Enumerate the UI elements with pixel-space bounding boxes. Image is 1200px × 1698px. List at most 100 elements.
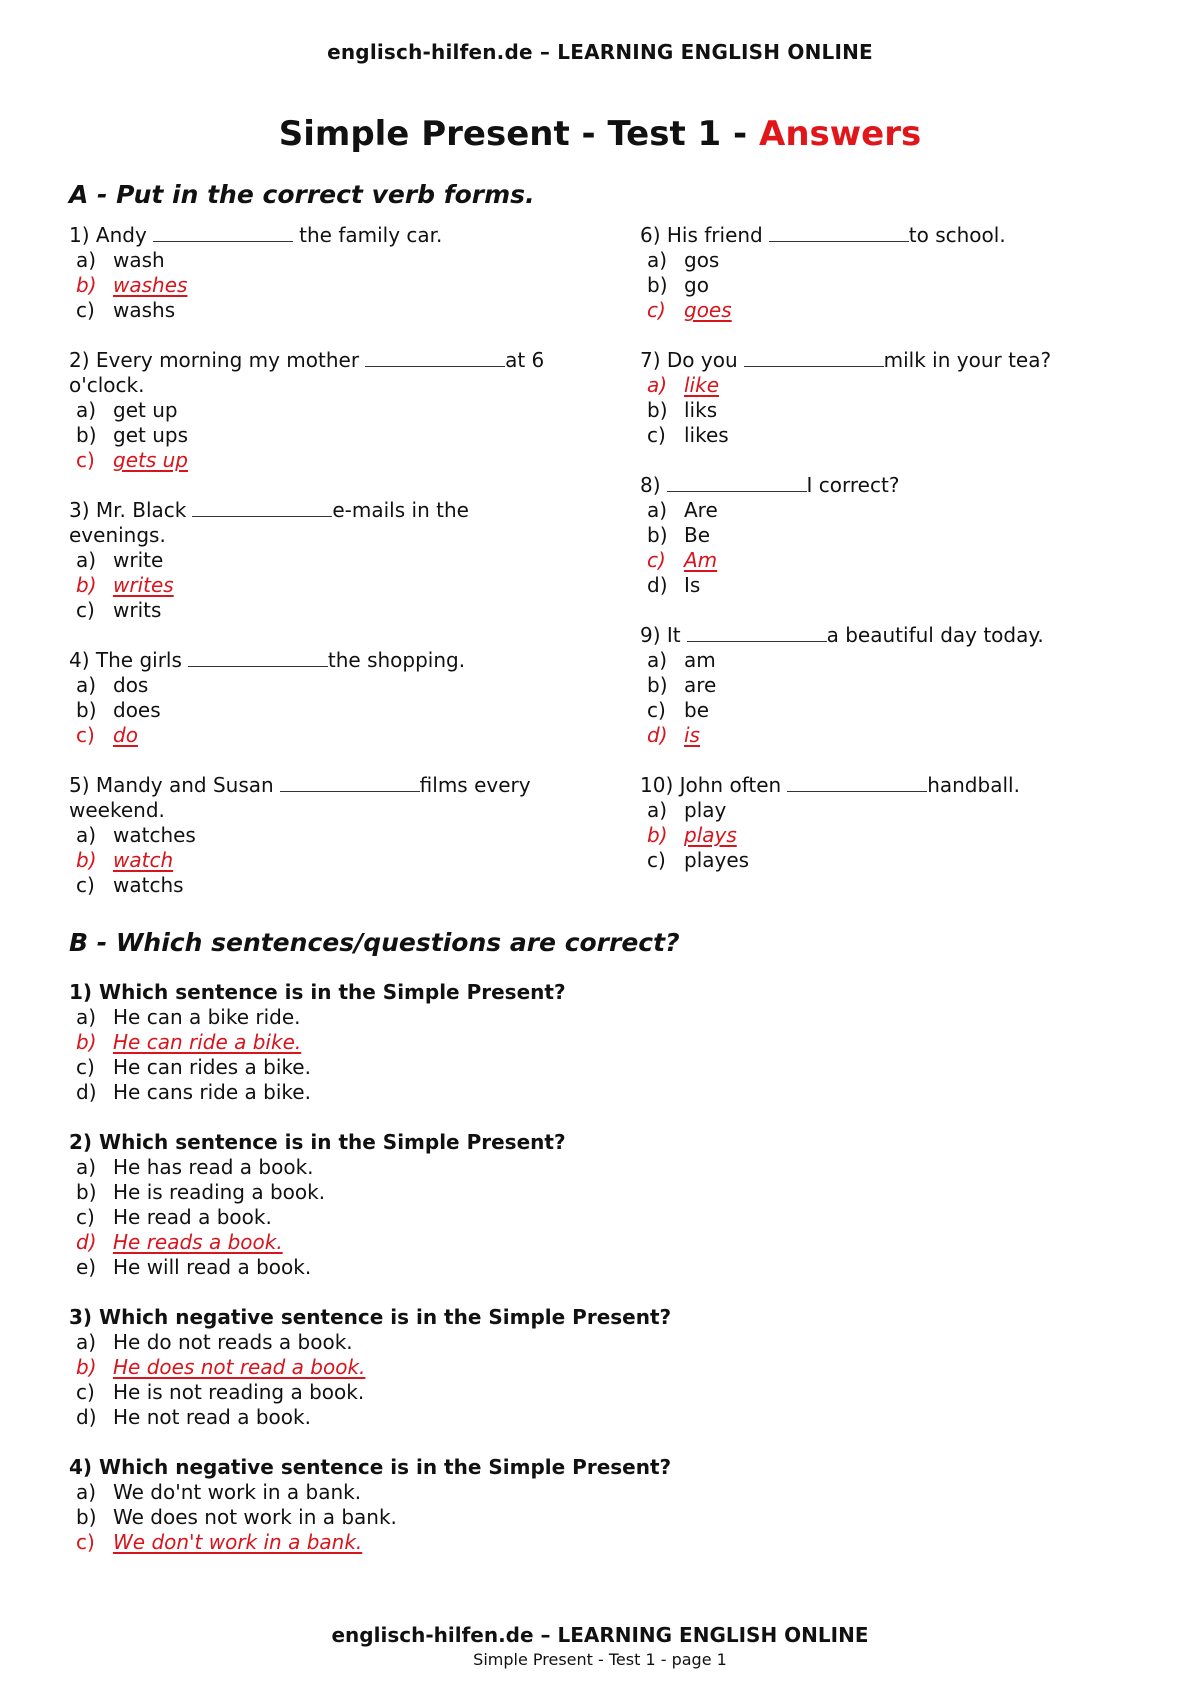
- option-letter: e): [76, 1255, 97, 1279]
- question-text-after: a beautiful day today.: [826, 623, 1044, 647]
- question-title: 2) Which sentence is in the Simple Prese…: [69, 1130, 566, 1154]
- question-text-before: 5) Mandy and Susan: [69, 773, 274, 797]
- option-text: washs: [113, 298, 176, 322]
- correct-answer-option: c) Am: [640, 548, 1140, 573]
- option-letter: b): [76, 273, 97, 297]
- answer-blank: [192, 498, 333, 517]
- option-letter: c): [76, 298, 95, 322]
- option-text: is: [684, 723, 700, 747]
- option-text: writs: [113, 598, 162, 622]
- option-letter: c): [76, 873, 95, 897]
- option-letter: b): [76, 573, 97, 597]
- option-letter: b): [76, 1030, 97, 1054]
- question-text-before: 9) It: [640, 623, 681, 647]
- answer-blank: [787, 773, 928, 792]
- option-letter: a): [647, 498, 668, 522]
- answer-option: a) am: [640, 648, 1140, 673]
- question-item: 6) His friend to school. a) gos b) go c) goes: [640, 223, 1140, 323]
- option-text: Be: [684, 523, 711, 547]
- question-item: 3) Which negative sentence is in the Sim…: [69, 1305, 769, 1430]
- question-stem: 10) John often handball.: [640, 773, 1140, 798]
- option-text: He cans ride a bike.: [113, 1080, 311, 1104]
- option-letter: b): [647, 673, 668, 697]
- option-letter: a): [76, 248, 97, 272]
- correct-answer-option: b) washes: [69, 273, 569, 298]
- title-main: Simple Present - Test 1 -: [278, 114, 759, 154]
- answer-option: b) go: [640, 273, 1140, 298]
- answer-option: b) liks: [640, 398, 1140, 423]
- correct-answer-option: b) plays: [640, 823, 1140, 848]
- option-text: Are: [684, 498, 718, 522]
- correct-answer-option: c) do: [69, 723, 569, 748]
- question-item: 9) It a beautiful day today. a) am b) are c) be…: [640, 623, 1140, 748]
- question-text-after: the family car.: [292, 223, 443, 247]
- question-stem: 1) Andy the family car.: [69, 223, 569, 248]
- option-text: He does not read a book.: [113, 1355, 366, 1379]
- question-item: 4) The girls the shopping. a) dos b) does c) do: [69, 648, 569, 748]
- option-letter: c): [76, 448, 95, 472]
- option-letter: a): [76, 548, 97, 572]
- option-text: playes: [684, 848, 750, 872]
- question-item: 2) Which sentence is in the Simple Prese…: [69, 1130, 769, 1280]
- correct-answer-option: d) He reads a book.: [69, 1230, 769, 1255]
- question-text-after: handball.: [927, 773, 1020, 797]
- answer-blank: [686, 623, 827, 642]
- answer-option: a) play: [640, 798, 1140, 823]
- option-letter: c): [76, 1380, 95, 1404]
- question-text-before: 1) Andy: [69, 223, 147, 247]
- correct-answer-option: b) writes: [69, 573, 569, 598]
- answer-blank: [279, 773, 420, 792]
- question-text-before: 3) Mr. Black: [69, 498, 187, 522]
- option-text: He is reading a book.: [113, 1180, 326, 1204]
- section-b-column: 1) Which sentence is in the Simple Prese…: [69, 980, 769, 1580]
- option-text: goes: [684, 298, 732, 322]
- question-stem: 3) Mr. Black e-mails in the evenings.: [69, 498, 569, 548]
- option-letter: b): [76, 698, 97, 722]
- answer-option: c) playes: [640, 848, 1140, 873]
- answer-option: a) gos: [640, 248, 1140, 273]
- question-stem: 9) It a beautiful day today.: [640, 623, 1140, 648]
- section-b-heading: B - Which sentences/questions are correc…: [69, 928, 680, 957]
- footer-site: englisch-hilfen.de – LEARNING ENGLISH ON…: [331, 1623, 869, 1647]
- answer-blank: [365, 348, 506, 367]
- question-item: 8) I correct? a) Are b) Be c) Am d) Is: [640, 473, 1140, 598]
- option-text: gets up: [113, 448, 188, 472]
- option-text: Am: [684, 548, 718, 572]
- question-text-after: the shopping.: [327, 648, 466, 672]
- question-text-before: 8): [640, 473, 661, 497]
- question-item: 4) Which negative sentence is in the Sim…: [69, 1455, 769, 1555]
- option-letter: b): [76, 1355, 97, 1379]
- option-letter: b): [76, 1180, 97, 1204]
- answer-option: b) Be: [640, 523, 1140, 548]
- question-text-after: to school.: [908, 223, 1006, 247]
- answer-option: a) He has read a book.: [69, 1155, 769, 1180]
- answer-blank: [743, 348, 884, 367]
- answer-blank: [768, 223, 909, 242]
- option-text: Is: [684, 573, 701, 597]
- answer-option: a) dos: [69, 673, 569, 698]
- option-letter: a): [76, 398, 97, 422]
- option-text: does: [113, 698, 161, 722]
- question-item: 7) Do you milk in your tea? a) like b) liks c)…: [640, 348, 1140, 448]
- answer-option: c) He read a book.: [69, 1205, 769, 1230]
- question-text-after: milk in your tea?: [883, 348, 1052, 372]
- option-letter: a): [76, 1005, 97, 1029]
- question-stem: 4) The girls the shopping.: [69, 648, 569, 673]
- option-letter: a): [647, 648, 668, 672]
- answer-option: b) We does not work in a bank.: [69, 1505, 769, 1530]
- correct-answer-option: a) like: [640, 373, 1140, 398]
- question-text-before: 7) Do you: [640, 348, 738, 372]
- option-text: He has read a book.: [113, 1155, 314, 1179]
- correct-answer-option: b) watch: [69, 848, 569, 873]
- option-letter: d): [76, 1080, 97, 1104]
- answer-option: b) are: [640, 673, 1140, 698]
- option-letter: a): [647, 373, 668, 397]
- answer-option: a) get up: [69, 398, 569, 423]
- option-text: like: [684, 373, 719, 397]
- option-letter: b): [647, 523, 668, 547]
- answer-option: c) be: [640, 698, 1140, 723]
- option-text: He reads a book.: [113, 1230, 283, 1254]
- option-text: plays: [684, 823, 737, 847]
- option-text: We do'nt work in a bank.: [113, 1480, 362, 1504]
- option-text: He can ride a bike.: [113, 1030, 302, 1054]
